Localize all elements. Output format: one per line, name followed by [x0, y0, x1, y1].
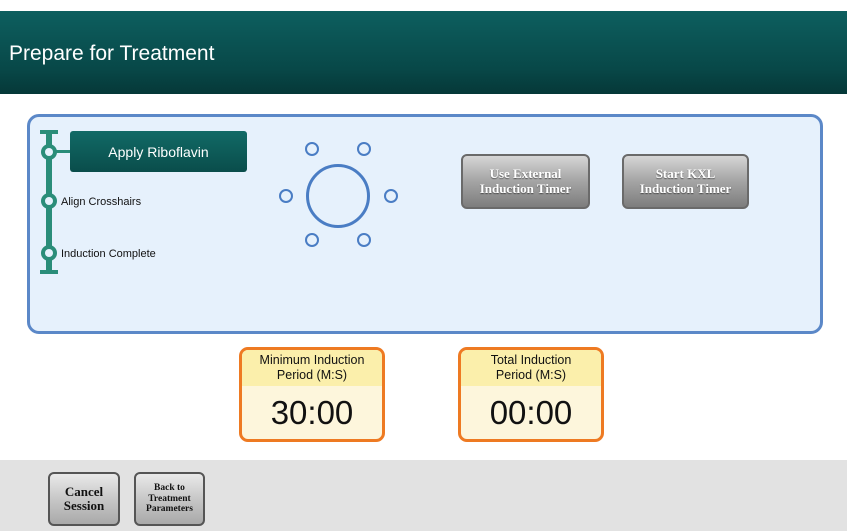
eye-dot-icon [357, 142, 371, 156]
back-label-line2: Treatment [148, 493, 191, 504]
use-external-timer-label-line2: Induction Timer [479, 180, 572, 196]
minimum-induction-timer-value: 30:00 [270, 394, 354, 431]
step-node-complete-icon [41, 245, 57, 261]
minimum-induction-timer-header: Minimum Induction Period (M:S) [242, 350, 382, 386]
back-label-line1: Back to [154, 483, 185, 494]
total-timer-label-line2: Period (M:S) [495, 368, 567, 382]
cancel-session-button[interactable]: Cancel Session [48, 472, 120, 526]
step-induction-complete-label: Induction Complete [61, 248, 156, 260]
total-induction-timer: Total Induction Period (M:S) 00:00 [458, 347, 604, 442]
use-external-timer-label-line1: Use External [489, 165, 562, 181]
eye-dot-icon [305, 233, 319, 247]
header-bar: Prepare for Treatment [0, 11, 847, 94]
eye-dot-icon [384, 189, 398, 203]
cancel-label-line2: Session [63, 498, 105, 513]
step-rail-top-cap [40, 130, 58, 134]
footer-bar [0, 460, 847, 531]
step-apply-riboflavin: Apply Riboflavin [70, 131, 247, 172]
eye-center-ring-icon [306, 164, 370, 228]
back-label-line3: Parameters [146, 504, 193, 515]
back-to-treatment-parameters-button[interactable]: Back to Treatment Parameters [134, 472, 205, 526]
start-kxl-label-line2: Induction Timer [639, 180, 732, 196]
eye-dot-icon [305, 142, 319, 156]
total-timer-label-line1: Total Induction [490, 353, 572, 367]
minimum-timer-label-line1: Minimum Induction [259, 353, 365, 367]
step-node-align-icon [41, 193, 57, 209]
minimum-induction-timer: Minimum Induction Period (M:S) 30:00 [239, 347, 385, 442]
step-align-crosshairs-label: Align Crosshairs [61, 196, 142, 208]
minimum-timer-label-line2: Period (M:S) [276, 368, 348, 382]
use-external-induction-timer-button[interactable]: Use External Induction Timer [461, 154, 590, 209]
step-apply-riboflavin-label: Apply Riboflavin [108, 143, 209, 160]
total-induction-timer-value: 00:00 [489, 394, 573, 431]
eye-dot-icon [357, 233, 371, 247]
page-title: Prepare for Treatment [9, 42, 215, 65]
step-node-apply-icon [41, 144, 57, 160]
total-induction-timer-header: Total Induction Period (M:S) [461, 350, 601, 386]
eye-dot-icon [279, 189, 293, 203]
cancel-label-line1: Cancel [64, 483, 104, 499]
step-rail-bottom-cap [40, 270, 58, 274]
start-kxl-label-line1: Start KXL [655, 165, 716, 181]
start-kxl-induction-timer-button[interactable]: Start KXL Induction Timer [622, 154, 749, 209]
